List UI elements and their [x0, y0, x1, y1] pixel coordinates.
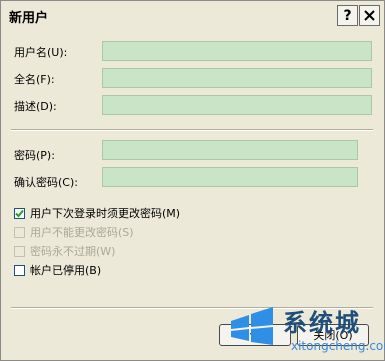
password-input[interactable] — [102, 140, 358, 160]
check-label: 帐户已停用(B) — [30, 264, 102, 277]
description-input[interactable] — [102, 95, 372, 115]
description-label: 描述(D): — [14, 100, 57, 113]
checkbox[interactable] — [14, 264, 25, 276]
windows-logo-icon — [231, 307, 273, 345]
confirm-password-label: 确认密码(C): — [14, 176, 78, 189]
cannot-change-password-check: 用户不能更改密码(S) — [14, 224, 134, 240]
password-never-expires-check: 密码永不过期(W) — [14, 243, 115, 259]
watermark-text: 系统城 — [283, 309, 361, 337]
confirm-password-input[interactable] — [102, 167, 358, 187]
watermark: 系统城 xitongcheng.com — [223, 301, 385, 359]
check-label: 密码永不过期(W) — [30, 245, 116, 258]
separator — [11, 129, 373, 131]
must-change-password-check[interactable]: 用户下次登录时须更改密码(M) — [14, 205, 180, 221]
fullname-label: 全名(F): — [14, 73, 55, 86]
check-label: 用户不能更改密码(S) — [30, 226, 134, 239]
checkmark-icon — [15, 209, 24, 217]
check-label: 用户下次登录时须更改密码(M) — [30, 207, 181, 220]
checkbox — [14, 245, 25, 257]
username-input[interactable] — [102, 41, 372, 61]
new-user-dialog: 新用户 ? 用户名(U): 全名(F): 描述(D): 密码(P): 确认密码(… — [0, 0, 385, 361]
close-icon — [364, 10, 375, 21]
fullname-input[interactable] — [102, 68, 372, 88]
username-label: 用户名(U): — [14, 46, 68, 59]
close-window-button[interactable] — [359, 5, 380, 26]
dialog-title: 新用户 — [9, 11, 49, 26]
help-icon: ? — [343, 7, 352, 24]
help-button[interactable]: ? — [337, 5, 358, 26]
checkbox[interactable] — [14, 207, 25, 219]
title-bar: 新用户 ? — [1, 1, 384, 29]
account-disabled-check[interactable]: 帐户已停用(B) — [14, 262, 101, 278]
watermark-url: xitongcheng.com — [291, 339, 385, 353]
password-label: 密码(P): — [14, 149, 55, 162]
checkbox — [14, 226, 25, 238]
